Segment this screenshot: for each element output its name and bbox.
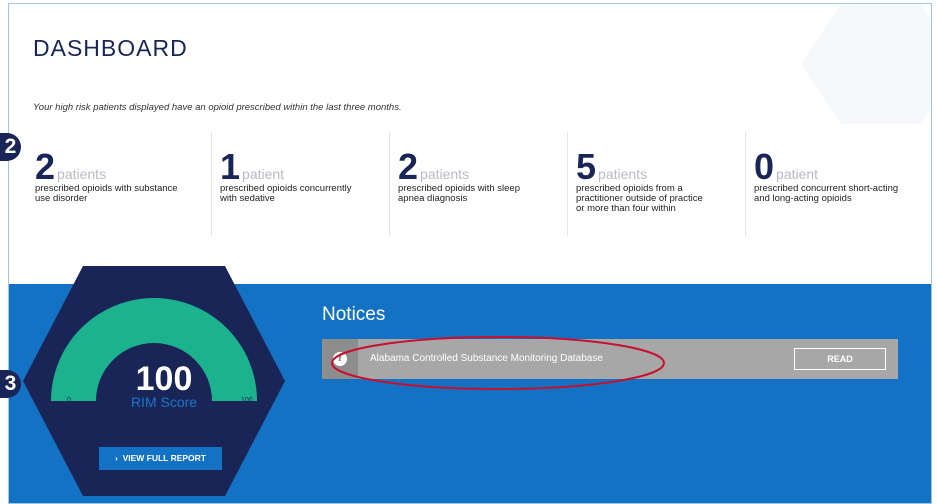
stat-unit: patients <box>598 166 648 182</box>
hexagon-decoration <box>801 4 931 124</box>
rim-score-value: 100 <box>135 360 193 398</box>
gauge-max-label: 100 <box>241 397 253 404</box>
stat-description: prescribed opioids concurrently with sed… <box>220 183 352 204</box>
stat-sedative[interactable]: 1 patient prescribed opioids concurrently… <box>211 132 389 236</box>
report-button-label: VIEW FULL REPORT <box>122 453 206 463</box>
risk-stats: 2 patients prescribed opioids with substa… <box>27 132 922 236</box>
gauge-min-label: 0 <box>67 397 71 404</box>
page-subtitle: Your high risk patients displayed have a… <box>33 102 402 113</box>
read-button[interactable]: READ <box>794 348 886 370</box>
view-full-report-button[interactable]: › VIEW FULL REPORT <box>99 447 222 470</box>
stat-substance-use[interactable]: 2 patients prescribed opioids with substa… <box>27 132 211 236</box>
stat-value: 0 <box>754 146 775 187</box>
highlight-oval <box>331 336 665 390</box>
stat-value: 1 <box>220 146 241 187</box>
dashboard-panel: DASHBOARD Your high risk patients displa… <box>8 3 932 504</box>
stat-description: prescribed opioids from a practitioner o… <box>576 183 703 214</box>
stat-short-long-acting[interactable]: 0 patient prescribed concurrent short-act… <box>745 132 922 236</box>
stat-unit: patients <box>420 166 470 182</box>
notices-title: Notices <box>322 304 386 325</box>
rim-score-label: RIM Score <box>130 394 198 410</box>
stat-value: 2 <box>35 146 56 187</box>
chevron-right-icon: › <box>115 453 123 463</box>
stat-value: 2 <box>398 146 419 187</box>
stat-description: prescribed concurrent short-acting and l… <box>754 183 899 204</box>
stat-description: prescribed opioids with substance use di… <box>35 183 178 204</box>
stat-description: prescribed opioids with sleep apnea diag… <box>398 183 520 204</box>
stat-unit: patients <box>57 166 107 182</box>
stat-sleep-apnea[interactable]: 2 patients prescribed opioids with sleep … <box>389 132 567 236</box>
stat-value: 5 <box>576 146 597 187</box>
stat-unit: patient <box>776 166 819 182</box>
page-title: DASHBOARD <box>33 35 188 61</box>
stat-unit: patient <box>242 166 285 182</box>
stat-outside-practitioner[interactable]: 5 patients prescribed opioids from a prac… <box>567 132 745 236</box>
